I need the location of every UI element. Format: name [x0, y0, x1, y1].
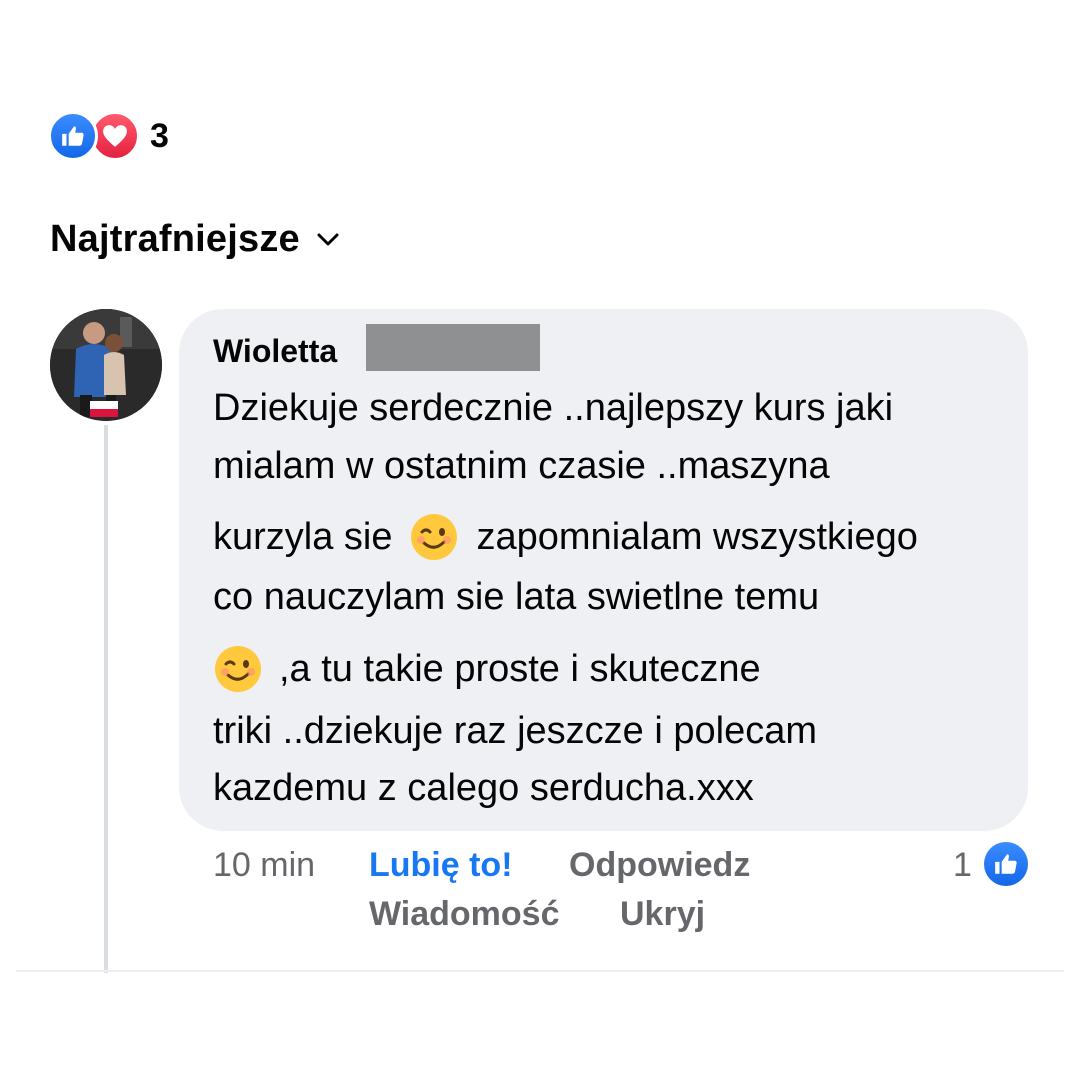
like-reaction-icon	[48, 111, 98, 161]
reply-button[interactable]: Odpowiedz	[569, 846, 750, 885]
comment-author[interactable]: Wioletta	[213, 333, 337, 370]
reaction-count: 3	[150, 116, 169, 155]
thread-line	[104, 425, 108, 973]
like-reaction-icon[interactable]	[984, 842, 1028, 886]
chevron-down-icon	[316, 232, 340, 253]
comment-sort-dropdown[interactable]: Najtrafniejsze	[50, 218, 340, 261]
divider	[16, 970, 1064, 972]
comment-text-line: mialam w ostatnim czasie ..maszyna	[213, 445, 830, 487]
avatar[interactable]	[50, 309, 162, 421]
comment-text-line: co nauczylam sie lata swietlne temu	[213, 576, 820, 618]
comment-text-line: Dziekuje serdecznie ..najlepszy kurs jak…	[213, 387, 894, 429]
comment-text-line: kazdemu z calego serducha.xxx	[213, 767, 754, 809]
comment-like-count[interactable]: 1	[953, 846, 972, 885]
comment-text-line: ,a tu takie proste i skuteczne	[213, 640, 761, 698]
comment-text-line: triki ..dziekuje raz jeszcze i polecam	[213, 710, 817, 752]
winking-face-emoji-icon	[409, 512, 459, 562]
like-button[interactable]: Lubię to!	[369, 846, 513, 885]
comment-text-segment: ,a tu takie proste i skuteczne	[279, 647, 761, 690]
comment-text-segment: zapomnialam wszystkiego	[476, 515, 918, 558]
redacted-surname	[366, 324, 540, 371]
comment-timestamp: 10 min	[213, 846, 316, 884]
comment-text-line: kurzyla sie zapomnialam wszystkiego	[213, 508, 918, 566]
winking-face-emoji-icon	[213, 644, 263, 694]
reactions-summary[interactable]: 3	[48, 111, 169, 161]
hide-button[interactable]: Ukryj	[620, 895, 705, 934]
sort-label: Najtrafniejsze	[50, 218, 300, 260]
comment-text-segment: kurzyla sie	[213, 515, 393, 558]
message-button[interactable]: Wiadomość	[369, 895, 560, 934]
